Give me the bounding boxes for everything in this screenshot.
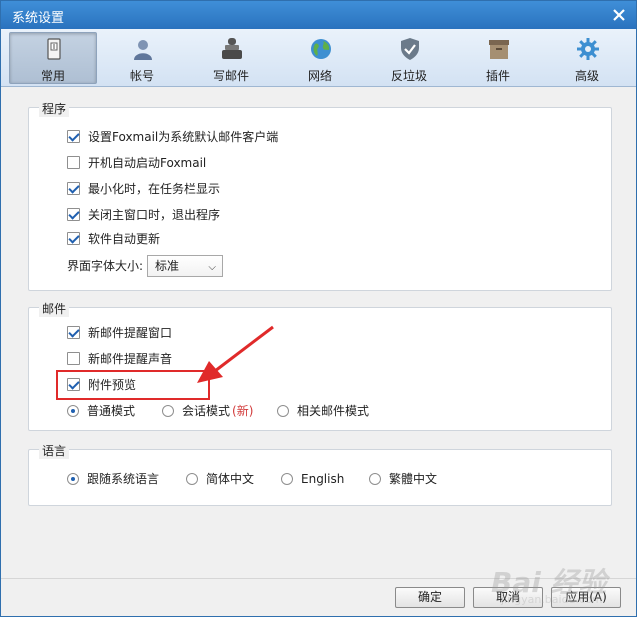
checkbox-minimize-taskbar[interactable] xyxy=(67,182,80,195)
tab-compose[interactable]: 写邮件 xyxy=(187,32,275,84)
radio-conversation-mode-label: 会话模式 xyxy=(182,404,231,418)
radio-normal-mode-button[interactable] xyxy=(67,405,79,417)
radio-simplified-chinese[interactable]: 简体中文 xyxy=(186,470,254,488)
tab-antispam[interactable]: 反垃圾 xyxy=(365,32,453,84)
font-size-select[interactable]: 标准 ⌵ xyxy=(147,255,223,277)
radio-conversation-mode[interactable]: 会话模式 (新) xyxy=(162,402,253,420)
checkbox-close-exit[interactable] xyxy=(67,208,80,221)
radio-normal-mode[interactable]: 普通模式 xyxy=(67,402,135,420)
checkbox-attachment-preview[interactable] xyxy=(67,378,80,391)
checkbox-autostart[interactable] xyxy=(67,156,80,169)
compose-icon xyxy=(222,38,242,59)
general-icon xyxy=(47,38,61,60)
network-icon xyxy=(311,39,331,59)
tab-network-label: 网络 xyxy=(307,69,332,83)
option-new-mail-sound[interactable]: 新邮件提醒声音 xyxy=(67,350,172,368)
option-autostart-label: 开机自动启动Foxmail xyxy=(88,156,207,170)
radio-simplified-chinese-label: 简体中文 xyxy=(206,472,255,486)
option-attachment-preview-label: 附件预览 xyxy=(88,378,137,392)
antispam-shield-icon xyxy=(401,38,419,60)
option-new-mail-window[interactable]: 新邮件提醒窗口 xyxy=(67,324,172,342)
window-title: 系统设置 xyxy=(12,11,65,26)
option-auto-update-label: 软件自动更新 xyxy=(88,232,161,246)
radio-english[interactable]: English xyxy=(281,470,344,488)
language-group-title: 语言 xyxy=(39,442,70,459)
tab-plugins[interactable]: 插件 xyxy=(454,32,542,84)
tab-network[interactable]: 网络 xyxy=(276,32,364,84)
settings-window: 系统设置 常用 帐号 写邮件 网络 反垃圾 插件 高级 程序 设置Foxmail… xyxy=(0,0,637,617)
apply-button[interactable]: 应用(A) xyxy=(551,587,621,608)
cancel-button[interactable]: 取消 xyxy=(473,587,543,608)
radio-related-mode-button[interactable] xyxy=(277,405,289,417)
radio-follow-system-label: 跟随系统语言 xyxy=(87,472,160,486)
radio-traditional-chinese[interactable]: 繁體中文 xyxy=(369,470,437,488)
close-icon[interactable] xyxy=(610,6,628,24)
option-close-exit-label: 关闭主窗口时，退出程序 xyxy=(88,208,221,222)
dialog-footer: 确定 取消 应用(A) xyxy=(1,578,636,616)
radio-english-label: English xyxy=(301,472,345,486)
chevron-down-icon: ⌵ xyxy=(208,262,216,273)
option-minimize-taskbar-label: 最小化时，在任务栏显示 xyxy=(88,182,221,196)
option-autostart[interactable]: 开机自动启动Foxmail xyxy=(67,154,206,172)
settings-toolbar: 常用 帐号 写邮件 网络 反垃圾 插件 高级 xyxy=(1,29,636,87)
tab-account-label: 帐号 xyxy=(129,69,154,83)
checkbox-new-mail-sound[interactable] xyxy=(67,352,80,365)
radio-follow-system-button[interactable] xyxy=(67,473,79,485)
option-auto-update[interactable]: 软件自动更新 xyxy=(67,230,160,248)
checkbox-auto-update[interactable] xyxy=(67,232,80,245)
tab-antispam-label: 反垃圾 xyxy=(390,69,427,83)
tab-general-label: 常用 xyxy=(40,69,65,83)
radio-traditional-chinese-label: 繁體中文 xyxy=(389,472,438,486)
option-default-client-label: 设置Foxmail为系统默认邮件客户端 xyxy=(88,130,279,144)
radio-follow-system[interactable]: 跟随系统语言 xyxy=(67,470,159,488)
radio-related-mode[interactable]: 相关邮件模式 xyxy=(277,402,369,420)
option-default-client[interactable]: 设置Foxmail为系统默认邮件客户端 xyxy=(67,128,278,146)
tab-plugins-label: 插件 xyxy=(485,69,510,83)
new-badge: (新) xyxy=(232,404,254,418)
title-bar: 系统设置 xyxy=(1,1,636,29)
radio-traditional-chinese-button[interactable] xyxy=(369,473,381,485)
ok-button[interactable]: 确定 xyxy=(395,587,465,608)
tab-advanced-label: 高级 xyxy=(574,69,599,83)
tab-compose-label: 写邮件 xyxy=(212,69,249,83)
advanced-gear-icon xyxy=(577,38,599,60)
plugin-box-icon xyxy=(489,40,509,59)
font-size-label: 界面字体大小: xyxy=(67,259,144,273)
account-icon xyxy=(134,40,152,60)
mail-group-title: 邮件 xyxy=(39,300,70,317)
option-attachment-preview[interactable]: 附件预览 xyxy=(67,376,136,394)
checkbox-default-client[interactable] xyxy=(67,130,80,143)
option-minimize-taskbar[interactable]: 最小化时，在任务栏显示 xyxy=(67,180,220,198)
option-close-exit[interactable]: 关闭主窗口时，退出程序 xyxy=(67,206,220,224)
radio-simplified-chinese-button[interactable] xyxy=(186,473,198,485)
checkbox-new-mail-window[interactable] xyxy=(67,326,80,339)
option-new-mail-sound-label: 新邮件提醒声音 xyxy=(88,352,173,366)
radio-conversation-mode-button[interactable] xyxy=(162,405,174,417)
option-new-mail-window-label: 新邮件提醒窗口 xyxy=(88,326,173,340)
tab-account[interactable]: 帐号 xyxy=(98,32,186,84)
tab-general[interactable]: 常用 xyxy=(9,32,97,84)
tab-advanced[interactable]: 高级 xyxy=(543,32,631,84)
radio-normal-mode-label: 普通模式 xyxy=(87,404,136,418)
font-size-select-value: 标准 xyxy=(155,259,180,273)
radio-english-button[interactable] xyxy=(281,473,293,485)
radio-related-mode-label: 相关邮件模式 xyxy=(297,404,370,418)
program-group-title: 程序 xyxy=(39,100,70,117)
